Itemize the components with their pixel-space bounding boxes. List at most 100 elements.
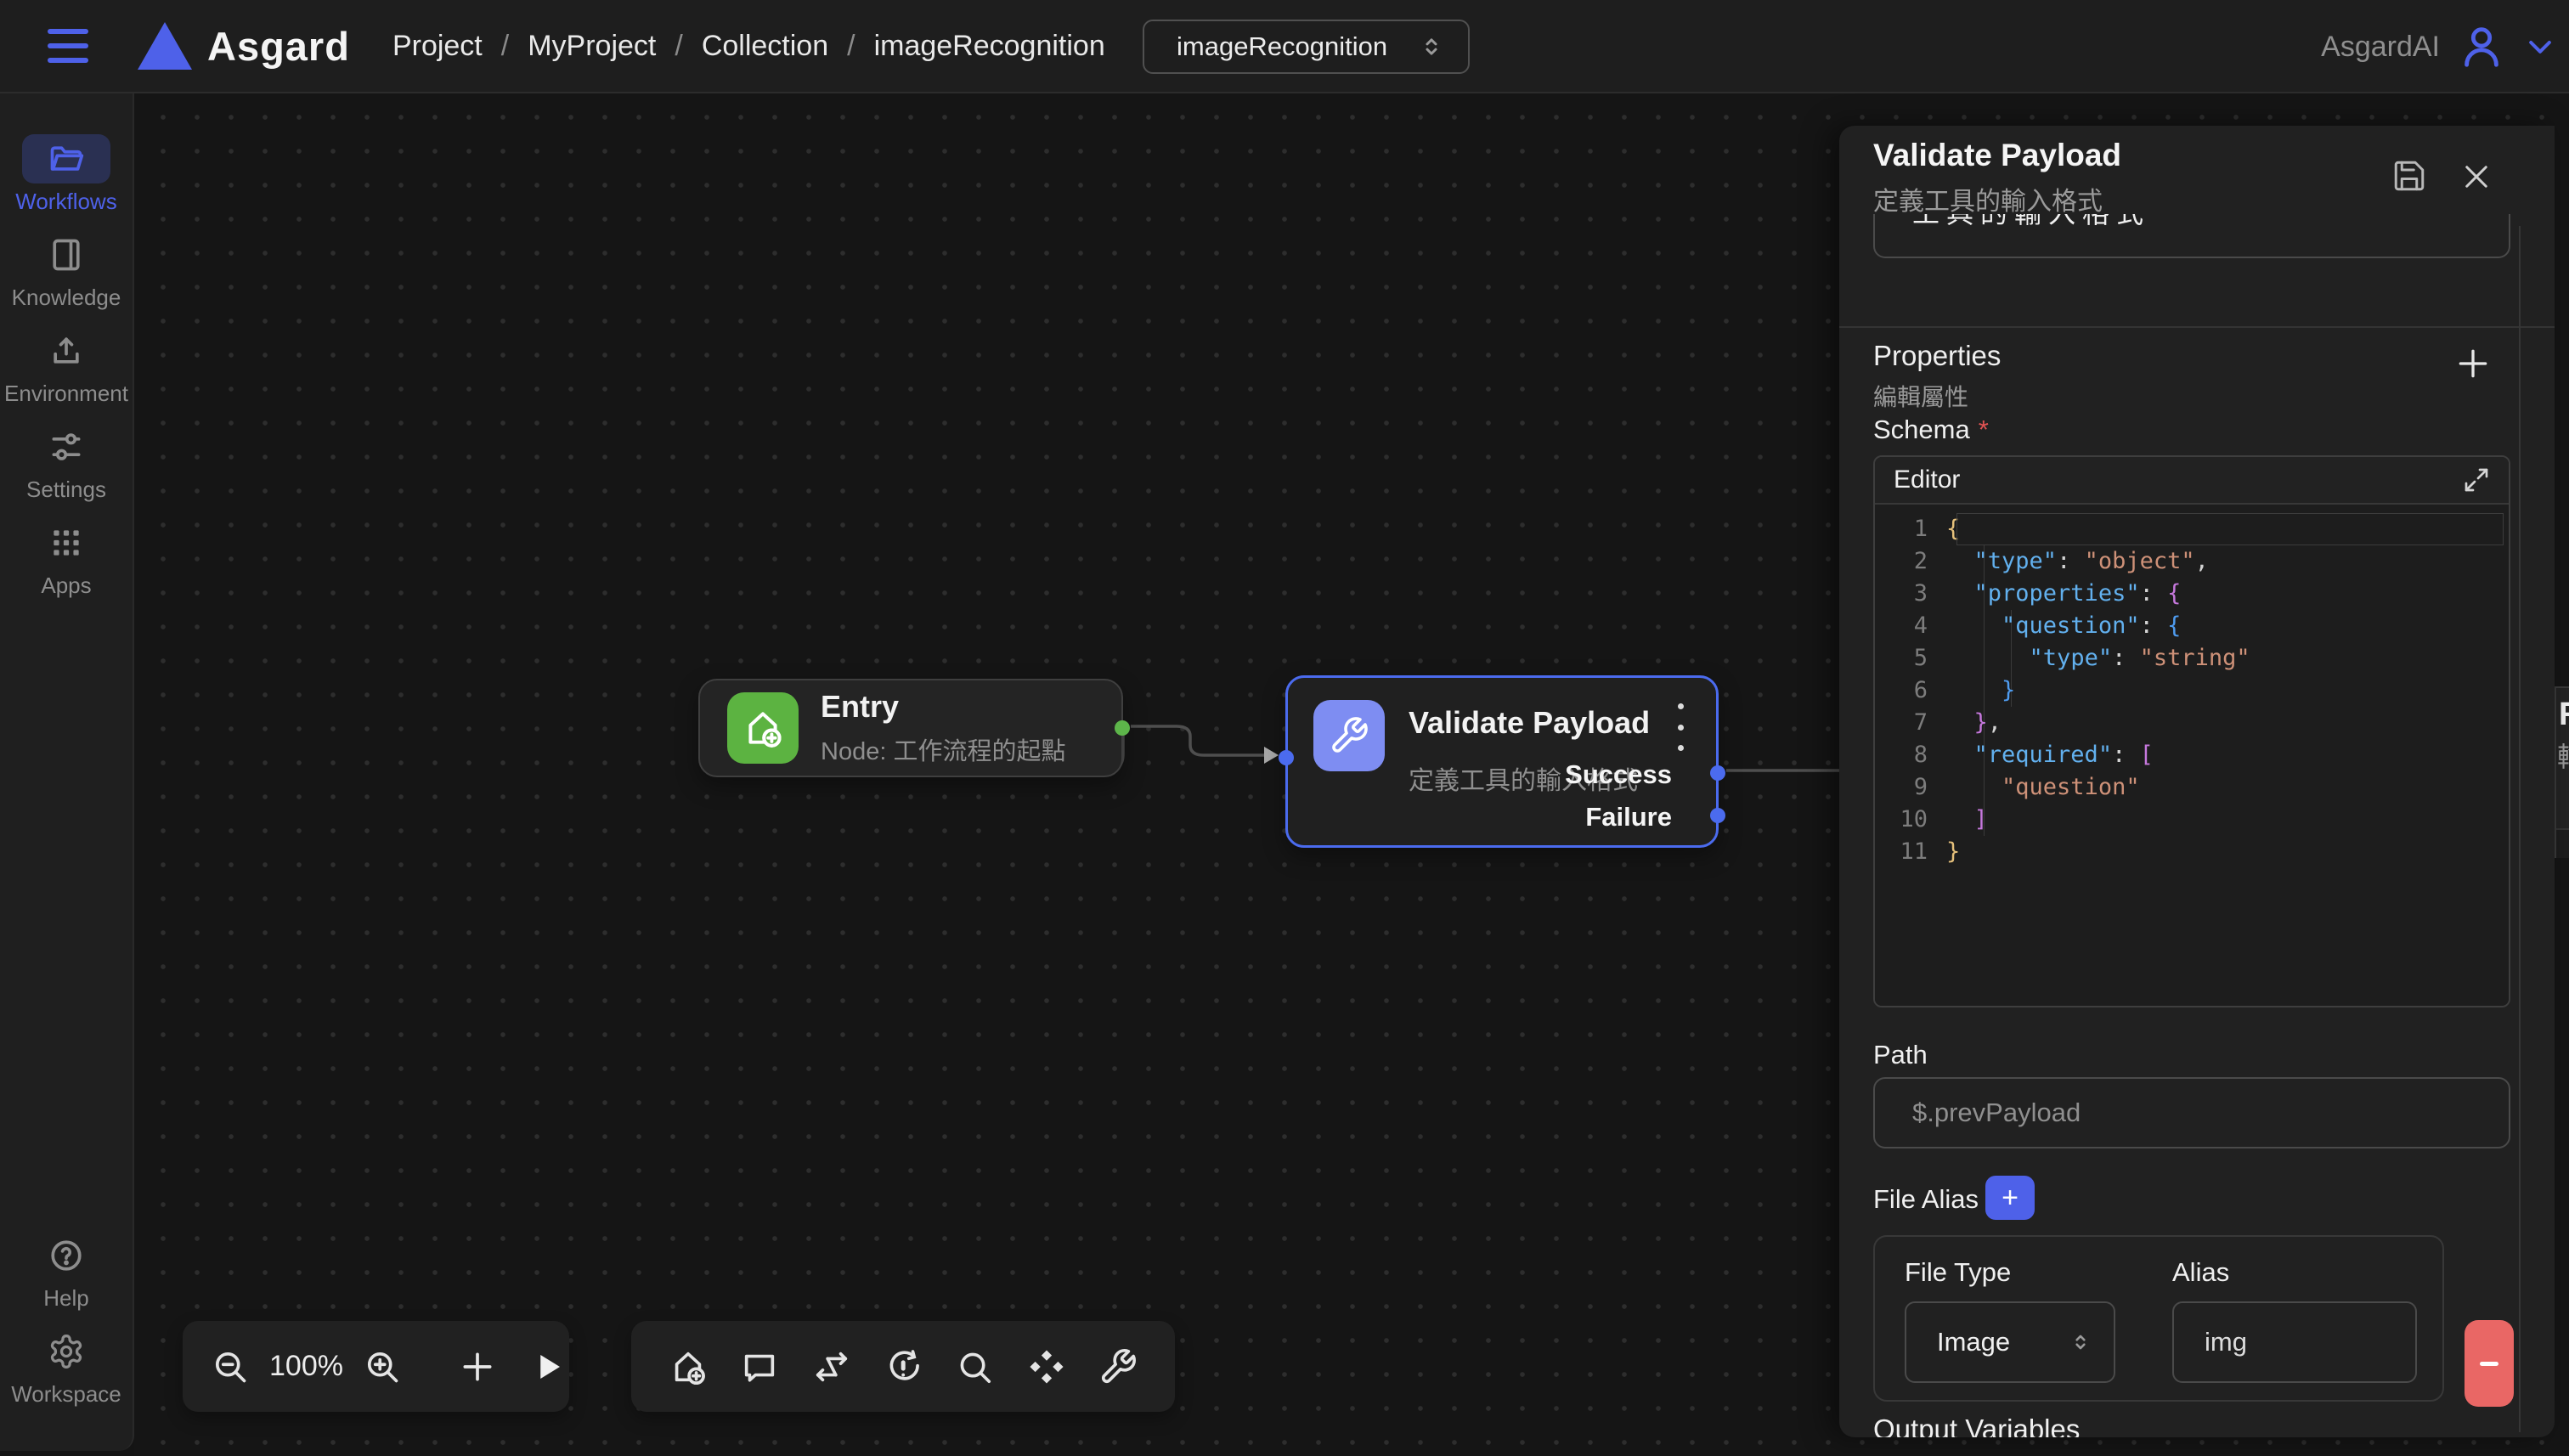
- file-type-select[interactable]: Image: [1905, 1301, 2115, 1383]
- close-icon[interactable]: [2461, 161, 2492, 192]
- code-line[interactable]: 11}: [1875, 836, 2509, 868]
- code-line[interactable]: 2 "type": "object",: [1875, 545, 2509, 578]
- clipped-node-footer: [2556, 828, 2569, 858]
- breadcrumb-myproject[interactable]: MyProject: [528, 30, 656, 63]
- run-workflow-icon[interactable]: [530, 1349, 566, 1385]
- success-output-port[interactable]: [1710, 765, 1725, 781]
- sidebar-item-label: Workspace: [11, 1381, 121, 1408]
- grid-dots-icon: [48, 524, 85, 562]
- code-line[interactable]: 4 "question": {: [1875, 610, 2509, 642]
- add-entry-house-plus-icon[interactable]: [669, 1347, 708, 1386]
- validate-input-port[interactable]: [1279, 750, 1294, 765]
- path-input[interactable]: $.prevPayload: [1873, 1077, 2510, 1148]
- zoom-out-icon[interactable]: [212, 1348, 249, 1385]
- brand-title: Asgard: [207, 23, 350, 70]
- clipped-node-right-edge[interactable]: R 輸: [2555, 686, 2569, 858]
- code-line[interactable]: 3 "properties": {: [1875, 578, 2509, 610]
- search-icon[interactable]: [955, 1347, 994, 1386]
- properties-section-subtitle: 編輯屬性: [1873, 379, 1968, 413]
- code-line[interactable]: 10 ]: [1875, 804, 2509, 836]
- file-type-value: Image: [1937, 1327, 2069, 1357]
- sidebar: Workflows Knowledge Environment Settings…: [0, 93, 134, 1451]
- schema-label: Schema*: [1873, 415, 1989, 445]
- wrench-tool-icon[interactable]: [1098, 1347, 1138, 1386]
- workflow-selector[interactable]: imageRecognition: [1143, 20, 1470, 74]
- menu-icon[interactable]: [48, 29, 88, 63]
- code-line[interactable]: 1{: [1875, 513, 2509, 545]
- breadcrumb-separator: /: [847, 30, 855, 63]
- code-line[interactable]: 7 },: [1875, 707, 2509, 739]
- file-type-label: File Type: [1905, 1257, 2011, 1288]
- chevron-updown-icon: [1419, 34, 1444, 59]
- action-toolbar: [631, 1321, 1175, 1412]
- top-navbar: Asgard Project / MyProject / Collection …: [0, 0, 2569, 93]
- minus-icon: [2480, 1362, 2498, 1366]
- diamond-grid-icon[interactable]: [1027, 1347, 1066, 1386]
- code-line[interactable]: 9 "question": [1875, 771, 2509, 804]
- code-line[interactable]: 5 "type": "string": [1875, 642, 2509, 674]
- breadcrumb: Project / MyProject / Collection / image…: [392, 30, 1105, 63]
- workflow-selector-value: imageRecognition: [1177, 31, 1419, 62]
- sidebar-item-settings[interactable]: Settings: [7, 422, 126, 504]
- chevron-updown-icon: [2069, 1331, 2092, 1353]
- sidebar-item-workspace[interactable]: Workspace: [7, 1327, 126, 1408]
- navbar-right-group: AsgardAI: [2321, 0, 2557, 93]
- book-icon: [48, 236, 85, 274]
- comment-icon[interactable]: [740, 1347, 779, 1386]
- zoom-level: 100%: [269, 1350, 343, 1383]
- clipped-scrolled-field[interactable]: 工具的輸入格式: [1873, 214, 2510, 258]
- sliders-icon: [48, 428, 85, 466]
- asgard-logo-icon: [138, 22, 192, 70]
- editor-code-area[interactable]: 1{2 "type": "object",3 "properties": {4 …: [1875, 505, 2509, 1007]
- alias-input[interactable]: img: [2172, 1301, 2417, 1383]
- add-property-icon[interactable]: [2454, 345, 2492, 382]
- node-menu-kebab-icon[interactable]: [1668, 703, 1692, 751]
- code-line[interactable]: 6 }: [1875, 674, 2509, 707]
- user-avatar-icon[interactable]: [2457, 22, 2506, 71]
- cycle-bulb-icon[interactable]: [884, 1347, 923, 1386]
- entry-output-port[interactable]: [1115, 720, 1130, 736]
- alias-input-value: img: [2205, 1327, 2247, 1357]
- validate-payload-node[interactable]: Validate Payload 定義工具的輸入格式 Success Failu…: [1285, 675, 1719, 848]
- section-divider: [1839, 326, 2555, 328]
- failure-output-port[interactable]: [1710, 808, 1725, 823]
- code-line[interactable]: 8 "required": [: [1875, 739, 2509, 771]
- remove-file-alias-button[interactable]: [2465, 1320, 2514, 1407]
- sidebar-item-environment[interactable]: Environment: [7, 326, 126, 408]
- sidebar-item-apps[interactable]: Apps: [7, 518, 126, 600]
- account-chevron-down-icon[interactable]: [2523, 30, 2557, 64]
- panel-scrollbar[interactable]: [2519, 226, 2521, 1432]
- sidebar-item-help[interactable]: Help: [7, 1231, 126, 1312]
- save-icon[interactable]: [2391, 158, 2427, 194]
- entry-node[interactable]: Entry Node: 工作流程的起點: [698, 679, 1123, 777]
- sidebar-item-label: Workflows: [15, 189, 116, 215]
- breadcrumb-workflow[interactable]: imageRecognition: [874, 30, 1105, 63]
- upload-icon: [48, 332, 85, 370]
- failure-output-label: Failure: [1585, 802, 1672, 832]
- sidebar-item-label: Environment: [4, 381, 128, 407]
- entry-node-title: Entry: [821, 689, 1065, 725]
- zoom-toolbar: 100%: [183, 1321, 569, 1412]
- zoom-in-icon[interactable]: [364, 1348, 401, 1385]
- swap-arrows-icon[interactable]: [812, 1347, 851, 1386]
- sidebar-item-workflows[interactable]: Workflows: [7, 134, 126, 216]
- validate-node-icon: [1313, 700, 1385, 771]
- breadcrumb-separator: /: [675, 30, 682, 63]
- panel-title: Validate Payload: [1873, 138, 2121, 173]
- sidebar-item-label: Help: [43, 1285, 88, 1312]
- expand-icon[interactable]: [2463, 466, 2490, 494]
- breadcrumb-project[interactable]: Project: [392, 30, 483, 63]
- success-output-label: Success: [1565, 759, 1672, 790]
- entry-node-icon: [727, 692, 799, 764]
- validate-node-title: Validate Payload: [1409, 705, 1650, 741]
- sidebar-item-label: Knowledge: [12, 285, 121, 311]
- add-node-icon[interactable]: [459, 1348, 496, 1385]
- breadcrumb-collection[interactable]: Collection: [702, 30, 828, 63]
- file-alias-label: File Alias: [1873, 1184, 1979, 1215]
- user-label: AsgardAI: [2321, 31, 2440, 64]
- schema-editor: Editor 1{2 "type": "object",3 "propertie…: [1873, 455, 2510, 1007]
- alias-label: Alias: [2172, 1257, 2229, 1288]
- add-file-alias-button[interactable]: +: [1985, 1176, 2035, 1220]
- sidebar-item-knowledge[interactable]: Knowledge: [7, 230, 126, 312]
- sidebar-item-label: Settings: [26, 477, 106, 503]
